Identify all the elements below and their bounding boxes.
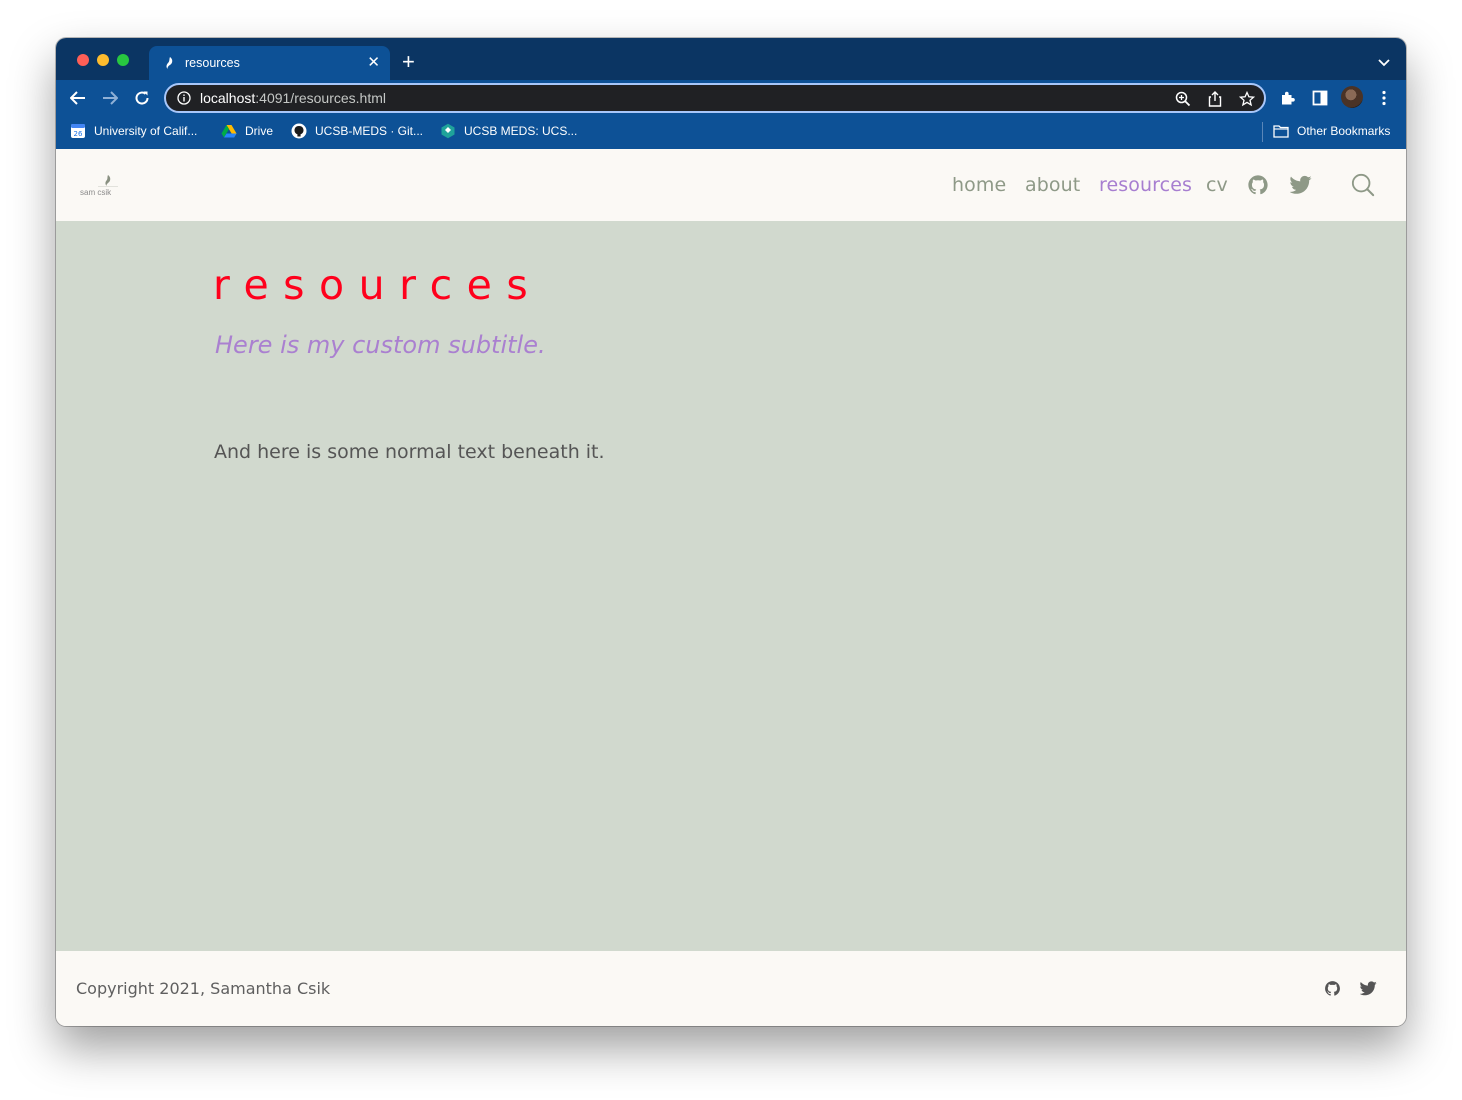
close-window-button[interactable] bbox=[77, 54, 89, 66]
bookmark-label: Other Bookmarks bbox=[1297, 124, 1391, 138]
leaf-logo-icon bbox=[98, 175, 118, 187]
main-content: resources Here is my custom subtitle. An… bbox=[56, 221, 1406, 951]
profile-avatar[interactable] bbox=[1341, 86, 1363, 108]
bookmark-star-icon[interactable] bbox=[1238, 90, 1256, 108]
site-footer: Copyright 2021, Samantha Csik bbox=[56, 951, 1406, 1026]
nav-link-home[interactable]: home bbox=[952, 174, 1006, 196]
back-arrow-icon[interactable] bbox=[68, 88, 88, 108]
svg-text:26: 26 bbox=[74, 130, 83, 138]
bookmark-university[interactable]: 26 University of Calif... bbox=[70, 123, 197, 139]
extensions-puzzle-icon[interactable] bbox=[1279, 89, 1297, 107]
site-logo[interactable]: sam csik bbox=[80, 174, 120, 200]
github-icon bbox=[291, 123, 307, 139]
bookmark-drive[interactable]: Drive bbox=[221, 123, 273, 139]
site-navbar: sam csik home about resources cv bbox=[56, 149, 1406, 221]
search-icon[interactable] bbox=[1351, 173, 1375, 197]
browser-toolbar: localhost:4091/resources.html bbox=[56, 80, 1406, 116]
tab-close-icon[interactable]: ✕ bbox=[367, 54, 380, 72]
side-panel-icon[interactable] bbox=[1311, 89, 1329, 107]
new-tab-button[interactable]: + bbox=[402, 51, 415, 73]
tab-search-chevron-icon[interactable] bbox=[1378, 54, 1390, 72]
maximize-window-button[interactable] bbox=[117, 54, 129, 66]
bookmarks-divider bbox=[1262, 122, 1263, 142]
twitter-icon[interactable] bbox=[1289, 173, 1313, 197]
zoom-icon[interactable] bbox=[1174, 90, 1192, 108]
page-title: resources bbox=[213, 261, 543, 309]
copyright-text: Copyright 2021, Samantha Csik bbox=[76, 979, 331, 998]
reload-icon[interactable] bbox=[132, 88, 152, 108]
other-bookmarks-folder[interactable]: Other Bookmarks bbox=[1273, 123, 1390, 139]
tab-strip: resources ✕ + bbox=[56, 38, 1406, 80]
forward-arrow-icon[interactable] bbox=[100, 88, 120, 108]
github-icon[interactable] bbox=[1246, 173, 1270, 197]
nav-link-resources[interactable]: resources bbox=[1099, 174, 1192, 196]
web-page: sam csik home about resources cv resourc… bbox=[56, 149, 1406, 1026]
browser-window: resources ✕ + localhost:4091/resources.h… bbox=[56, 38, 1406, 1026]
url-path: :4091/resources.html bbox=[255, 90, 386, 106]
bookmark-label: UCSB MEDS: UCS... bbox=[464, 124, 578, 138]
address-bar[interactable]: localhost:4091/resources.html bbox=[164, 83, 1266, 113]
github-icon[interactable] bbox=[1322, 978, 1342, 998]
share-icon[interactable] bbox=[1206, 90, 1224, 108]
drive-icon bbox=[221, 123, 237, 139]
site-info-icon[interactable] bbox=[176, 90, 192, 106]
logo-text: sam csik bbox=[80, 188, 112, 197]
minimize-window-button[interactable] bbox=[97, 54, 109, 66]
bookmark-ucsb-meds-classroom[interactable]: UCSB MEDS: UCS... bbox=[440, 123, 577, 139]
calendar-icon: 26 bbox=[70, 123, 86, 139]
nav-link-about[interactable]: about bbox=[1025, 174, 1080, 196]
folder-icon bbox=[1273, 123, 1289, 139]
classroom-icon bbox=[440, 123, 456, 139]
tab-title: resources bbox=[185, 56, 240, 70]
bookmarks-bar: 26 University of Calif... Drive UCSB-MED… bbox=[56, 116, 1406, 149]
twitter-icon[interactable] bbox=[1358, 978, 1378, 998]
bookmark-label: University of Calif... bbox=[94, 124, 198, 138]
bookmark-label: Drive bbox=[245, 124, 274, 138]
page-subtitle: Here is my custom subtitle. bbox=[215, 331, 546, 359]
tab-resources[interactable]: resources ✕ bbox=[149, 46, 390, 80]
body-paragraph: And here is some normal text beneath it. bbox=[214, 441, 605, 463]
page-favicon-icon bbox=[163, 56, 177, 70]
url-host: localhost bbox=[200, 90, 256, 106]
bookmark-ucsb-meds-github[interactable]: UCSB-MEDS · Git... bbox=[291, 123, 423, 139]
bookmark-label: UCSB-MEDS · Git... bbox=[315, 124, 424, 138]
nav-link-cv[interactable]: cv bbox=[1206, 174, 1228, 196]
more-menu-icon[interactable] bbox=[1375, 89, 1393, 107]
